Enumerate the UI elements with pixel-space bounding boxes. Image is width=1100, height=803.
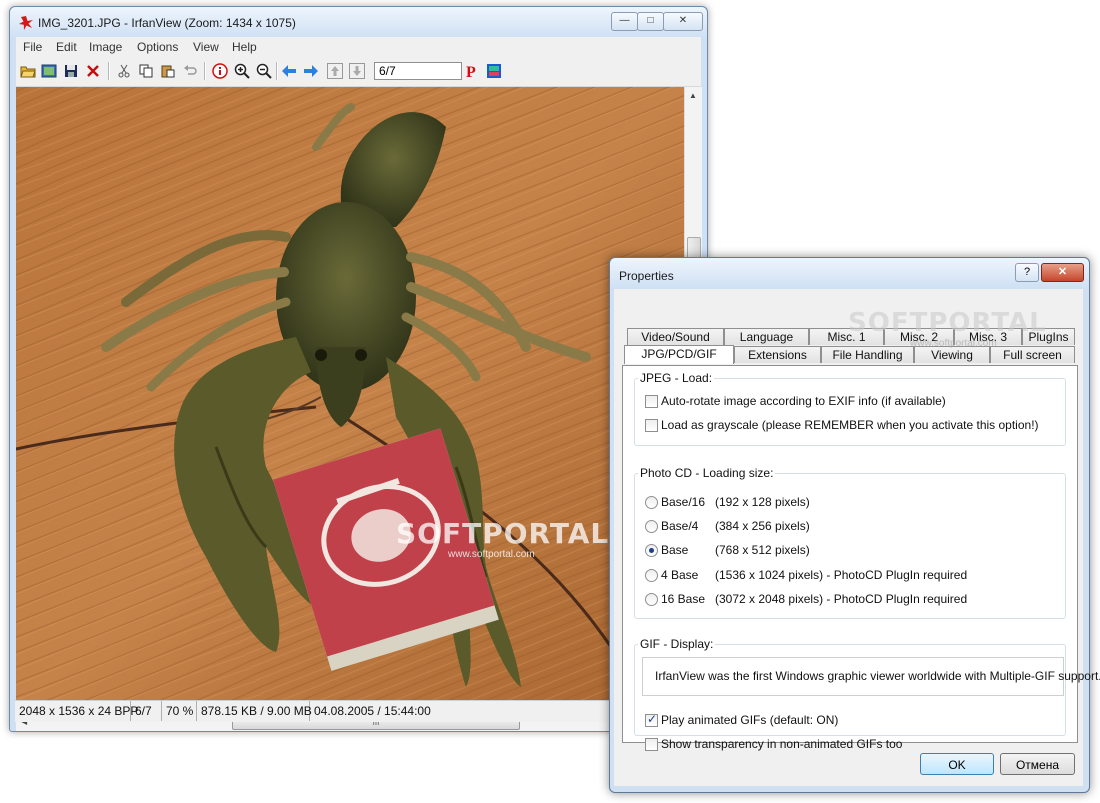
toolbar-separator: [276, 62, 278, 80]
status-zoom: 70 %: [162, 701, 197, 721]
show-transparency-label: Show transparency in non-animated GIFs t…: [661, 737, 903, 751]
tab-extensions[interactable]: Extensions: [734, 346, 821, 363]
tab-language[interactable]: Language: [724, 328, 809, 345]
radio-base-4-size: (384 x 256 pixels): [715, 519, 810, 533]
dialog-title: Properties: [619, 269, 674, 283]
radio-base-size: (768 x 512 pixels): [715, 543, 810, 557]
load-grayscale-label: Load as grayscale (please REMEMBER when …: [661, 418, 1039, 432]
status-date: 04.08.2005 / 15:44:00: [314, 704, 431, 718]
radio-4-base[interactable]: [645, 569, 658, 582]
slideshow-icon[interactable]: [40, 62, 58, 80]
irfanview-window: IMG_3201.JPG - IrfanView (Zoom: 1434 x 1…: [9, 6, 708, 732]
tab-video-sound[interactable]: Video/Sound: [627, 328, 724, 345]
radio-base-4-label: Base/4: [661, 519, 699, 533]
scroll-up-arrow-icon[interactable]: ▲: [689, 91, 697, 100]
radio-4-base-size: (1536 x 1024 pixels) - PhotoCD PlugIn re…: [715, 568, 968, 582]
gif-note-box: IrfanView was the first Windows graphic …: [642, 657, 1100, 696]
image-watermark-url: www.softportal.com: [448, 549, 535, 560]
gif-display-label: GIF - Display:: [638, 637, 716, 651]
thumbnails-icon[interactable]: [485, 62, 503, 80]
help-button[interactable]: ?: [1015, 263, 1039, 282]
undo-icon[interactable]: [181, 62, 199, 80]
auto-rotate-label: Auto-rotate image according to EXIF info…: [661, 394, 946, 408]
status-bar: 2048 x 1536 x 24 BPP 6/7 70 % 878.15 KB …: [15, 700, 700, 722]
menu-help[interactable]: Help: [232, 40, 257, 54]
radio-base-16-size: (192 x 128 pixels): [715, 495, 810, 509]
radio-4-base-label: 4 Base: [661, 568, 699, 582]
menu-options[interactable]: Options: [137, 40, 178, 54]
radio-16-base-label: 16 Base: [661, 592, 706, 606]
cancel-button[interactable]: Отмена: [1000, 753, 1075, 775]
cut-icon[interactable]: [115, 62, 133, 80]
show-transparency-checkbox[interactable]: [645, 738, 658, 751]
zoom-out-icon[interactable]: [255, 62, 273, 80]
tab-jpg-pcd-gif[interactable]: JPG/PCD/GIF: [624, 345, 734, 364]
irfanview-app-icon: [19, 16, 33, 30]
properties-dialog: Properties ? ✕ Video/Sound Language Misc…: [609, 257, 1100, 793]
status-dimensions: 2048 x 1536 x 24 BPP: [15, 701, 138, 721]
title-bar[interactable]: IMG_3201.JPG - IrfanView (Zoom: 1434 x 1…: [10, 7, 707, 37]
window-title: IMG_3201.JPG - IrfanView (Zoom: 1434 x 1…: [38, 16, 296, 30]
play-animated-gifs-checkbox[interactable]: [645, 712, 658, 727]
minimize-button[interactable]: —: [611, 12, 638, 31]
radio-base[interactable]: [645, 544, 658, 557]
ok-button[interactable]: OK: [920, 753, 994, 775]
previous-icon[interactable]: [280, 62, 298, 80]
toolbar: 6/7 P: [16, 58, 701, 87]
status-filesize: 878.15 KB / 9.00 MB: [197, 701, 312, 721]
open-folder-icon[interactable]: [19, 62, 37, 80]
jpeg-load-group: [634, 378, 1066, 446]
copy-icon[interactable]: [137, 62, 155, 80]
radio-16-base-size: (3072 x 2048 pixels) - PhotoCD PlugIn re…: [715, 592, 968, 606]
tab-full-screen[interactable]: Full screen: [990, 346, 1075, 363]
toolbar-separator: [108, 62, 110, 80]
paste-icon[interactable]: [159, 62, 177, 80]
delete-icon[interactable]: [84, 62, 102, 80]
crayfish-photo: [16, 87, 684, 713]
maximize-button[interactable]: □: [637, 12, 664, 31]
print-icon[interactable]: P: [463, 62, 481, 80]
status-page: 6/7: [131, 701, 162, 721]
close-button[interactable]: ✕: [663, 12, 703, 31]
svg-text:P: P: [466, 64, 476, 79]
jpeg-load-label: JPEG - Load:: [638, 371, 715, 385]
photocd-label: Photo CD - Loading size:: [638, 466, 776, 480]
radio-base-16-label: Base/16: [661, 495, 706, 509]
toolbar-separator: [204, 62, 206, 80]
image-canvas[interactable]: SOFTPORTAL www.softportal.com: [16, 87, 684, 713]
window-client: File Edit Image Options View Help 6/7 P …: [16, 37, 702, 731]
gif-note-text: IrfanView was the first Windows graphic …: [655, 669, 1100, 683]
menu-image[interactable]: Image: [89, 40, 122, 54]
first-page-icon[interactable]: [326, 62, 344, 80]
dialog-close-button[interactable]: ✕: [1041, 263, 1084, 282]
dialog-watermark: SOFTPORTAL: [848, 308, 1047, 338]
page-field[interactable]: 6/7: [374, 62, 462, 80]
dialog-body: Video/Sound Language Misc. 1 Misc. 2 Mis…: [614, 289, 1100, 786]
radio-base-label: Base: [661, 543, 689, 557]
radio-16-base[interactable]: [645, 593, 658, 606]
image-watermark: SOFTPORTAL: [396, 517, 610, 550]
radio-base-4[interactable]: [645, 520, 658, 533]
load-grayscale-checkbox[interactable]: [645, 419, 658, 432]
dialog-title-bar[interactable]: Properties ? ✕: [610, 258, 1089, 288]
zoom-in-icon[interactable]: [233, 62, 251, 80]
dialog-watermark-url: www.softportal.com: [910, 338, 997, 349]
save-icon[interactable]: [62, 62, 80, 80]
auto-rotate-checkbox[interactable]: [645, 395, 658, 408]
radio-base-16[interactable]: [645, 496, 658, 509]
menu-view[interactable]: View: [193, 40, 219, 54]
tab-panel-jpg-pcd-gif: JPEG - Load: Auto-rotate image according…: [622, 365, 1100, 751]
info-icon[interactable]: [211, 62, 229, 80]
menu-file[interactable]: File: [23, 40, 42, 54]
play-animated-gifs-label: Play animated GIFs (default: ON): [661, 713, 839, 727]
next-icon[interactable]: [302, 62, 320, 80]
tab-file-handling[interactable]: File Handling: [821, 346, 914, 363]
menu-edit[interactable]: Edit: [56, 40, 77, 54]
last-page-icon[interactable]: [348, 62, 366, 80]
menu-bar: File Edit Image Options View Help: [16, 37, 701, 57]
